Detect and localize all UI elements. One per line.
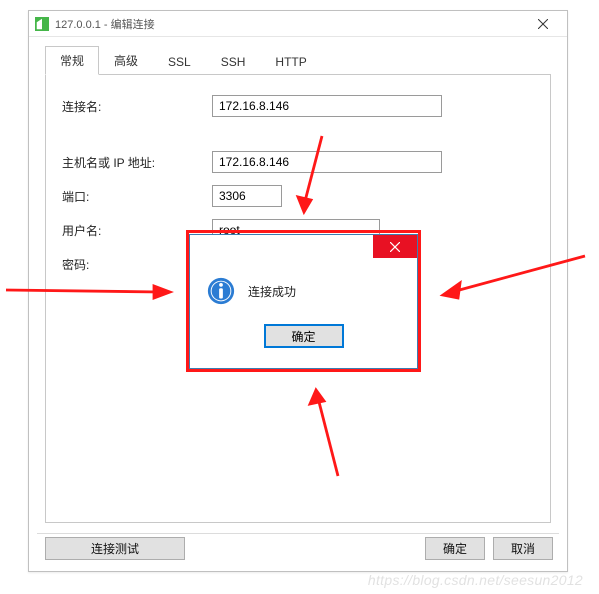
buttonbar: 连接测试 确定 取消	[37, 533, 559, 563]
close-icon	[538, 19, 548, 29]
tab-ssl[interactable]: SSL	[153, 49, 206, 75]
app-icon	[35, 17, 49, 31]
tab-advanced[interactable]: 高级	[99, 46, 153, 75]
watermark: https://blog.csdn.net/seesun2012	[368, 572, 583, 588]
test-connection-button[interactable]: 连接测试	[45, 537, 185, 560]
tab-ssh[interactable]: SSH	[206, 49, 261, 75]
input-port[interactable]	[212, 185, 282, 207]
input-connection-name[interactable]	[212, 95, 442, 117]
row-port: 端口:	[62, 183, 534, 209]
success-dialog: 连接成功 确定	[189, 234, 418, 369]
close-icon	[390, 242, 400, 252]
tab-general[interactable]: 常规	[45, 46, 99, 75]
tab-http[interactable]: HTTP	[260, 49, 321, 75]
dialog-body: 连接成功	[190, 264, 417, 312]
dialog-titlebar[interactable]	[190, 235, 417, 264]
titlebar[interactable]: 127.0.0.1 - 编辑连接	[29, 11, 567, 37]
label-host: 主机名或 IP 地址:	[62, 154, 212, 171]
ok-button[interactable]: 确定	[425, 537, 485, 560]
info-icon	[206, 276, 236, 306]
row-host: 主机名或 IP 地址:	[62, 149, 534, 175]
window-title: 127.0.0.1 - 编辑连接	[55, 16, 155, 32]
label-connection-name: 连接名:	[62, 98, 212, 115]
label-port: 端口:	[62, 188, 212, 205]
dialog-button-area: 确定	[190, 312, 417, 360]
tabs: 常规 高级 SSL SSH HTTP	[45, 49, 559, 75]
row-connection-name: 连接名:	[62, 93, 534, 119]
cancel-button[interactable]: 取消	[493, 537, 553, 560]
input-host[interactable]	[212, 151, 442, 173]
dialog-close-button[interactable]	[373, 235, 417, 258]
dialog-message: 连接成功	[248, 283, 296, 300]
close-button[interactable]	[529, 15, 557, 33]
dialog-ok-button[interactable]: 确定	[264, 324, 344, 348]
